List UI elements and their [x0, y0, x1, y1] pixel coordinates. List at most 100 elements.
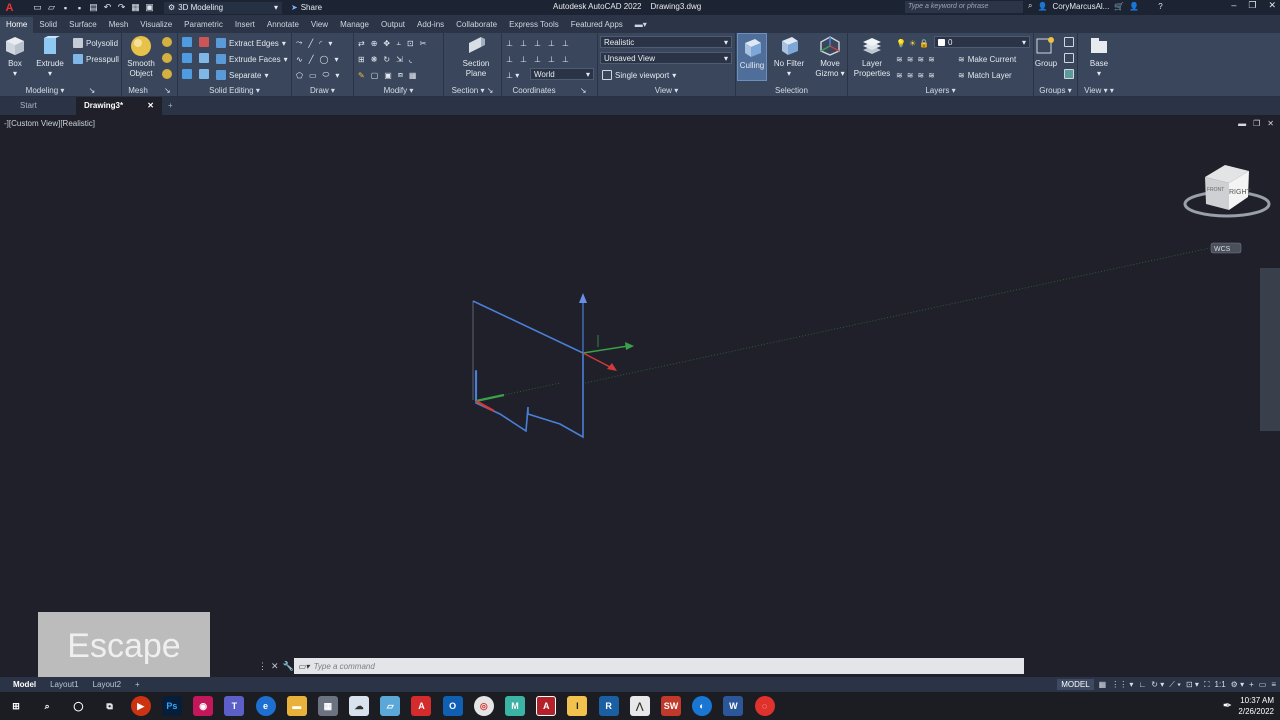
- rectangle-icon[interactable]: ▭: [309, 71, 317, 80]
- named-view-dropdown[interactable]: Unsaved View ▾: [600, 52, 732, 64]
- scale-icon[interactable]: ⇲: [396, 55, 403, 64]
- intersect-icon[interactable]: [182, 69, 192, 79]
- drawing-tab[interactable]: Drawing3* ✕: [76, 97, 162, 115]
- tab-add-ins[interactable]: Add-ins: [411, 17, 450, 33]
- viewport-config-button[interactable]: Single viewport ▾: [602, 69, 676, 81]
- arc-icon[interactable]: ◜: [319, 39, 322, 48]
- open-file-icon[interactable]: ▱: [46, 2, 57, 13]
- pen-icon[interactable]: ✒: [1223, 699, 1232, 712]
- panel-title[interactable]: Draw ▾: [292, 86, 353, 95]
- redo-icon[interactable]: ↷: [116, 2, 127, 13]
- ucs-icon[interactable]: ⊥: [506, 39, 513, 48]
- new-file-icon[interactable]: ▭: [32, 2, 43, 13]
- undo-icon[interactable]: ↶: [102, 2, 113, 13]
- tab-view[interactable]: View: [305, 17, 334, 33]
- model-space-toggle[interactable]: MODEL: [1057, 679, 1094, 690]
- start-tab[interactable]: Start: [0, 97, 76, 115]
- panel-title[interactable]: View ▾: [598, 86, 735, 95]
- tab-parametric[interactable]: Parametric: [178, 17, 229, 33]
- ortho-icon[interactable]: ∟: [1138, 680, 1146, 689]
- cloud-app-icon[interactable]: ☁: [349, 696, 370, 716]
- layer-unlock-icon[interactable]: ≋: [928, 71, 935, 80]
- 3d-move-icon[interactable]: ⇄: [358, 39, 365, 48]
- word-icon[interactable]: W: [723, 696, 744, 716]
- plus-icon[interactable]: +: [1249, 680, 1254, 689]
- line-icon[interactable]: ╱: [308, 39, 313, 48]
- ray-icon[interactable]: ╱: [309, 55, 314, 64]
- revit-icon[interactable]: R: [598, 696, 619, 716]
- cortana-icon[interactable]: ◯: [68, 696, 88, 716]
- webex-icon[interactable]: ◌: [754, 696, 775, 716]
- align-icon[interactable]: ⊞: [358, 55, 365, 64]
- panel-title[interactable]: Coordinates ↘: [502, 86, 597, 95]
- spline-icon[interactable]: ∿: [296, 55, 303, 64]
- make-current-button[interactable]: ≋ Make Current: [958, 53, 1016, 65]
- layer-on-icon[interactable]: ≋: [896, 71, 903, 80]
- osnap-icon[interactable]: ⊡ ▾: [1186, 680, 1199, 689]
- photoshop-icon[interactable]: Ps: [161, 696, 182, 716]
- subtract-icon[interactable]: [182, 53, 192, 63]
- m-app-icon[interactable]: M: [505, 696, 525, 716]
- layer-isolate-icon[interactable]: ≋: [907, 55, 914, 64]
- gizmo-x-arrow[interactable]: [607, 363, 617, 371]
- annotation-icon[interactable]: ⛶: [1204, 680, 1210, 690]
- layout-tab-layout2[interactable]: Layout2: [86, 680, 128, 689]
- ucs-view-icon[interactable]: ⊥: [506, 55, 513, 64]
- model-viewport[interactable]: -][Custom View][Realistic] ▬ ❐ ✕ RIGHT F…: [0, 115, 1280, 680]
- layout-tab-layout1[interactable]: Layout1: [43, 680, 85, 689]
- cart-icon[interactable]: 🛒: [1114, 2, 1124, 11]
- inventor-icon[interactable]: I: [567, 696, 588, 716]
- ucs-3point-icon[interactable]: ⊥: [548, 55, 555, 64]
- annotation-scale[interactable]: 1:1: [1215, 680, 1226, 689]
- tab-solid[interactable]: Solid: [33, 17, 63, 33]
- stretch-icon[interactable]: ⊡: [407, 39, 414, 48]
- group-edit-icon[interactable]: [1064, 53, 1074, 63]
- ucs-world-icon[interactable]: ⊥: [520, 39, 527, 48]
- tab-surface[interactable]: Surface: [63, 17, 103, 33]
- ribbon-toggle-icon[interactable]: ▬▾: [629, 17, 653, 33]
- command-input[interactable]: ▭▾ Type a command: [294, 658, 1024, 674]
- separate-button[interactable]: Separate ▾: [216, 69, 268, 81]
- isodraft-icon[interactable]: ⟋ ▾: [1169, 680, 1181, 690]
- culling-button[interactable]: Culling: [737, 33, 767, 81]
- ucs-face-icon[interactable]: ⊥: [534, 55, 541, 64]
- slice-icon[interactable]: [199, 53, 209, 63]
- windows-start-icon[interactable]: ⊞: [6, 696, 26, 716]
- save-as-icon[interactable]: ▪: [74, 2, 85, 13]
- media-player-icon[interactable]: ▶: [130, 696, 151, 716]
- ucs-y-icon[interactable]: ⊥: [562, 39, 569, 48]
- workspace-dropdown[interactable]: ⚙ 3D Modeling ▾: [164, 1, 282, 14]
- base-view-button[interactable]: Base ▾: [1079, 35, 1119, 79]
- panel-title[interactable]: Selection: [736, 86, 847, 95]
- share-button[interactable]: ➤ Share: [291, 3, 322, 12]
- new-tab-button[interactable]: +: [162, 97, 186, 115]
- dropdown-icon[interactable]: ▾: [328, 39, 332, 48]
- mesh-smooth-icon[interactable]: [162, 53, 172, 63]
- tab-collaborate[interactable]: Collaborate: [450, 17, 503, 33]
- tab-output[interactable]: Output: [375, 17, 411, 33]
- gizmo-y-arrow[interactable]: [625, 342, 634, 350]
- screen-recorder-icon[interactable]: ◉: [193, 696, 214, 716]
- explode-icon[interactable]: ▦: [409, 71, 417, 80]
- user-menu[interactable]: CoryMarcusAl...: [1052, 2, 1109, 11]
- tab-express-tools[interactable]: Express Tools: [503, 17, 565, 33]
- outlook-icon[interactable]: O: [442, 696, 463, 716]
- polyline-icon[interactable]: ⤳: [296, 38, 302, 48]
- trim-icon[interactable]: ✂: [420, 39, 427, 48]
- close-icon[interactable]: ✕: [271, 661, 279, 672]
- ungroup-icon[interactable]: [1064, 37, 1074, 47]
- wrench-icon[interactable]: 🔧: [283, 661, 294, 672]
- add-layout-icon[interactable]: +: [128, 680, 147, 689]
- layer-off-icon[interactable]: ≋: [896, 55, 903, 64]
- gear-icon[interactable]: ⚙ ▾: [1231, 680, 1244, 689]
- grid-icon[interactable]: ▦: [1099, 680, 1107, 689]
- panel-title[interactable]: Modeling ▾ ↘: [0, 86, 121, 95]
- file-explorer-icon[interactable]: ▬: [286, 696, 307, 716]
- extrude-faces-button[interactable]: Extrude Faces ▾: [216, 53, 288, 65]
- lightbulb-icon[interactable]: 💡: [896, 39, 906, 48]
- tab-home[interactable]: Home: [0, 17, 34, 33]
- plot-icon[interactable]: ▣: [144, 2, 155, 13]
- ucs-named-icon[interactable]: ⊥ ▾: [506, 69, 519, 81]
- gizmo-y-axis[interactable]: [582, 345, 629, 354]
- fillet-icon[interactable]: ◟: [409, 55, 412, 64]
